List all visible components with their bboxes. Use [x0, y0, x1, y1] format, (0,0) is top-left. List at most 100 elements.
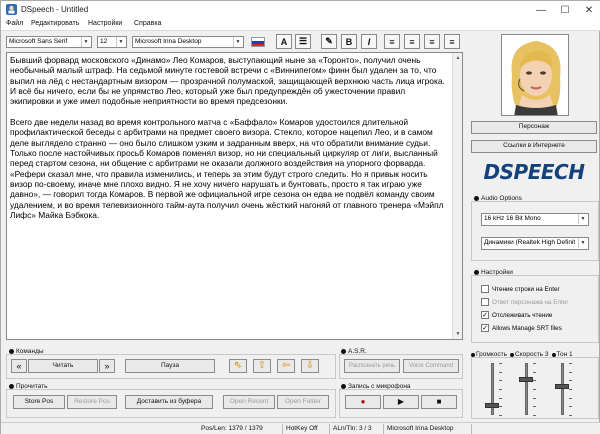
- align-center-button[interactable]: ≡: [404, 34, 420, 49]
- store-pos-button[interactable]: Store Pos: [13, 395, 65, 409]
- slider-tick: [533, 406, 536, 408]
- russian-flag-icon[interactable]: [251, 37, 265, 47]
- speed-slider-thumb[interactable]: [519, 377, 533, 383]
- size-select[interactable]: 12 ▼: [97, 36, 127, 48]
- stop-button[interactable]: ■: [421, 395, 457, 409]
- app-window: DSpeech - Untitled — ☐ ✕ Файл Редактиров…: [0, 0, 600, 434]
- checkbox-checked-icon[interactable]: ✓: [481, 311, 489, 319]
- editor-scrollbar[interactable]: ▲ ▼: [452, 53, 462, 339]
- menu-edit[interactable]: Редактировать: [31, 20, 79, 27]
- checkbox[interactable]: [481, 285, 489, 293]
- pause-button[interactable]: Пауза: [125, 359, 215, 373]
- status-poslen: Pos/Len: 1379 / 1379: [201, 425, 263, 432]
- volume-slider-thumb[interactable]: [485, 402, 499, 408]
- read-button[interactable]: Читать: [28, 359, 98, 373]
- bold-button[interactable]: B: [341, 34, 357, 49]
- setting-persona-answer-enter[interactable]: Ответ персонажа на Enter: [481, 298, 568, 306]
- status-separator: [329, 424, 330, 434]
- text-editor[interactable]: Бывший форвард московского «Динамо» Лео …: [6, 52, 463, 340]
- editor-text[interactable]: Бывший форвард московского «Динамо» Лео …: [10, 55, 448, 221]
- checkbox[interactable]: [481, 298, 489, 306]
- slider-tick: [569, 380, 572, 382]
- speed-slider-track[interactable]: [525, 363, 528, 415]
- setting-label: Allows Manage SRT files: [492, 324, 562, 332]
- close-button[interactable]: ✕: [577, 1, 600, 19]
- slider-tick: [533, 389, 536, 390]
- restore-pos-button[interactable]: Restore Pos: [67, 395, 117, 409]
- setting-read-line-enter[interactable]: Чтение строки на Enter: [481, 285, 560, 293]
- record-button[interactable]: ●: [345, 395, 381, 409]
- menu-file[interactable]: Файл: [6, 20, 23, 27]
- chevron-down-icon: ▼: [578, 238, 587, 248]
- setting-manage-srt[interactable]: ✓ Allows Manage SRT files: [481, 324, 562, 332]
- setting-label: Отслеживать чтение: [492, 311, 553, 319]
- slider-tick: [569, 371, 572, 373]
- status-separator: [383, 424, 384, 434]
- bullet-icon: [551, 352, 556, 357]
- size-select-value: 12: [100, 38, 108, 45]
- menu-bar: Файл Редактировать Настройки Справка: [1, 19, 600, 31]
- align-right-button[interactable]: ≡: [424, 34, 440, 49]
- links-button[interactable]: Ссылки в Интернете: [471, 140, 597, 153]
- app-icon: [6, 4, 17, 15]
- open-folder-button[interactable]: Open Folder: [277, 395, 329, 409]
- character-portrait: [501, 34, 569, 116]
- slider-tick: [533, 363, 536, 364]
- prev-button[interactable]: «: [11, 359, 27, 373]
- slider-tick: [499, 371, 502, 373]
- chevron-down-icon: ▼: [233, 37, 242, 47]
- recognize-speech-button[interactable]: Распознать речь: [344, 359, 400, 373]
- audio-format-select[interactable]: 16 kHz 16 Bit Mono ▼: [481, 213, 589, 226]
- setting-label: Ответ персонажа на Enter: [492, 298, 569, 306]
- slider-tick: [533, 415, 536, 416]
- checkbox-checked-icon[interactable]: ✓: [481, 324, 489, 332]
- audio-device-select[interactable]: Динамики (Realtek High Definit ▼: [481, 237, 589, 250]
- audio-device-value: Динамики (Realtek High Definit: [484, 239, 576, 246]
- font-select-value: Microsoft Sans Serif: [9, 38, 68, 45]
- highlight-button[interactable]: ✎: [321, 34, 337, 49]
- bullet-icon: [471, 352, 475, 357]
- read-clipboard-button[interactable]: Доставить из буфера: [125, 395, 213, 409]
- setting-track-reading[interactable]: ✓ Отслеживать чтение: [481, 311, 552, 319]
- open-recent-button[interactable]: Open Recent: [223, 395, 275, 409]
- font-color-button[interactable]: A: [276, 34, 292, 49]
- audio-format-value: 16 kHz 16 Bit Mono: [484, 215, 541, 222]
- menu-help[interactable]: Справка: [134, 20, 161, 27]
- slider-tick: [569, 389, 572, 390]
- minimize-button[interactable]: —: [529, 1, 553, 19]
- setting-label: Чтение строки на Enter: [492, 285, 560, 293]
- list-button[interactable]: ☰: [295, 34, 311, 49]
- arrow-up-button[interactable]: ⇧: [253, 359, 271, 373]
- arrow-upleft-button[interactable]: ⇖: [229, 359, 247, 373]
- slider-tick: [533, 380, 536, 382]
- voice-select-value: Microsoft Irina Desktop: [135, 38, 202, 45]
- status-separator: [471, 424, 472, 434]
- window-title: DSpeech - Untitled: [21, 5, 89, 14]
- tone-slider-thumb[interactable]: [555, 384, 569, 390]
- next-button[interactable]: »: [99, 359, 115, 373]
- scroll-up-icon[interactable]: ▲: [453, 53, 462, 63]
- slider-tick: [499, 363, 502, 364]
- arrow-left-button[interactable]: ⇦: [277, 359, 295, 373]
- bullet-icon: [510, 352, 514, 357]
- italic-button[interactable]: I: [361, 34, 377, 49]
- scroll-down-icon[interactable]: ▼: [453, 329, 462, 339]
- voice-command-button[interactable]: Voice Command: [403, 359, 459, 373]
- maximize-button[interactable]: ☐: [553, 1, 577, 19]
- slider-tick: [499, 380, 502, 382]
- status-voice: Microsoft Irina Desktop: [387, 425, 454, 432]
- chevron-down-icon: ▼: [578, 214, 587, 224]
- slider-tick: [569, 415, 572, 416]
- status-separator: [282, 424, 283, 434]
- menu-settings[interactable]: Настройки: [88, 20, 122, 27]
- persona-button[interactable]: Персонаж: [471, 121, 597, 134]
- voice-select[interactable]: Microsoft Irina Desktop ▼: [132, 36, 244, 48]
- chevron-down-icon: ▼: [116, 37, 125, 47]
- arrow-down-button[interactable]: ⇩: [301, 359, 319, 373]
- align-left-button[interactable]: ≡: [384, 34, 400, 49]
- align-justify-button[interactable]: ≡: [444, 34, 460, 49]
- play-button[interactable]: ▶: [383, 395, 419, 409]
- title-bar[interactable]: DSpeech - Untitled — ☐ ✕: [1, 1, 600, 19]
- font-select[interactable]: Microsoft Sans Serif ▼: [6, 36, 92, 48]
- slider-tick: [569, 397, 572, 399]
